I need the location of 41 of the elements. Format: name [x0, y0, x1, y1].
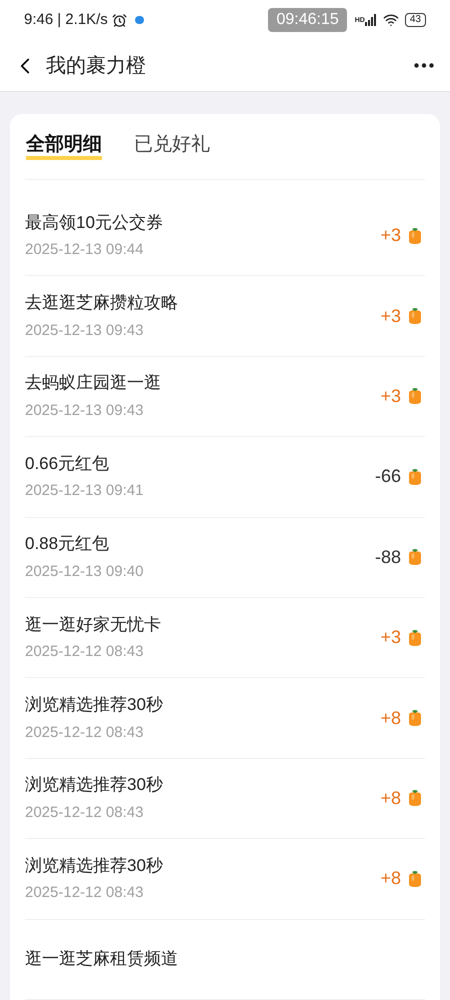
- points-amount: +8: [380, 706, 401, 730]
- network-speed: | 2.1K/s: [57, 10, 108, 30]
- record-title: 0.88元红包: [25, 533, 110, 556]
- app-icon: [134, 16, 144, 24]
- points-amount: +3: [380, 626, 401, 650]
- points-amount: +8: [380, 786, 401, 810]
- page-title: 我的裹力橙: [46, 54, 146, 78]
- tab[interactable]: 全部明细: [26, 134, 102, 160]
- more-button[interactable]: [414, 63, 434, 68]
- record-time: 2025-12-13 09:43: [25, 320, 144, 341]
- points-amount: +3: [380, 224, 401, 248]
- points-amount: +3: [380, 384, 401, 408]
- record-time: 2025-12-13 09:43: [25, 400, 144, 421]
- record-time: 2025-12-13 09:41: [25, 481, 144, 502]
- record-title: 浏览精选推荐30秒: [25, 694, 163, 716]
- points-amount: +8: [380, 867, 401, 890]
- signal-icon: [364, 14, 377, 26]
- record-title: 浏览精选推荐30秒: [25, 774, 163, 796]
- record-title: 去逛逛芝麻攒粒攻略: [25, 292, 178, 314]
- points-amount: -66: [374, 465, 401, 488]
- record-time: 2025-12-12 08:43: [25, 883, 144, 904]
- record-title: 浏览精选推荐30秒: [25, 854, 163, 877]
- points-amount: -88: [374, 546, 401, 569]
- record-title: 去蚂蚁庄园逛一逛: [25, 372, 161, 394]
- tab[interactable]: 已兑好礼: [134, 134, 210, 160]
- record-title: 0.66元红包: [25, 452, 110, 475]
- clock-overlay: 09:46:15: [268, 8, 347, 32]
- points-amount: +3: [380, 304, 401, 328]
- record-title: 最高领10元公交券: [25, 212, 163, 234]
- record-time: 2025-12-13 09:44: [25, 240, 144, 260]
- status-time: 9:46: [24, 10, 54, 30]
- record-time: 2025-12-12 08:43: [25, 722, 144, 743]
- record-time: 2025-12-12 08:43: [25, 642, 144, 662]
- record-time: 2025-12-12 08:43: [25, 802, 144, 823]
- record-title: 逛一逛芝麻租赁频道: [25, 948, 178, 970]
- record-time: 2025-12-13 09:40: [25, 562, 144, 582]
- battery-indicator: 43: [404, 13, 426, 27]
- wifi-icon: [382, 12, 399, 28]
- more-icon: [414, 63, 434, 68]
- record-title: 逛一逛好家无忧卡: [25, 614, 161, 636]
- alarm-icon: [112, 12, 127, 28]
